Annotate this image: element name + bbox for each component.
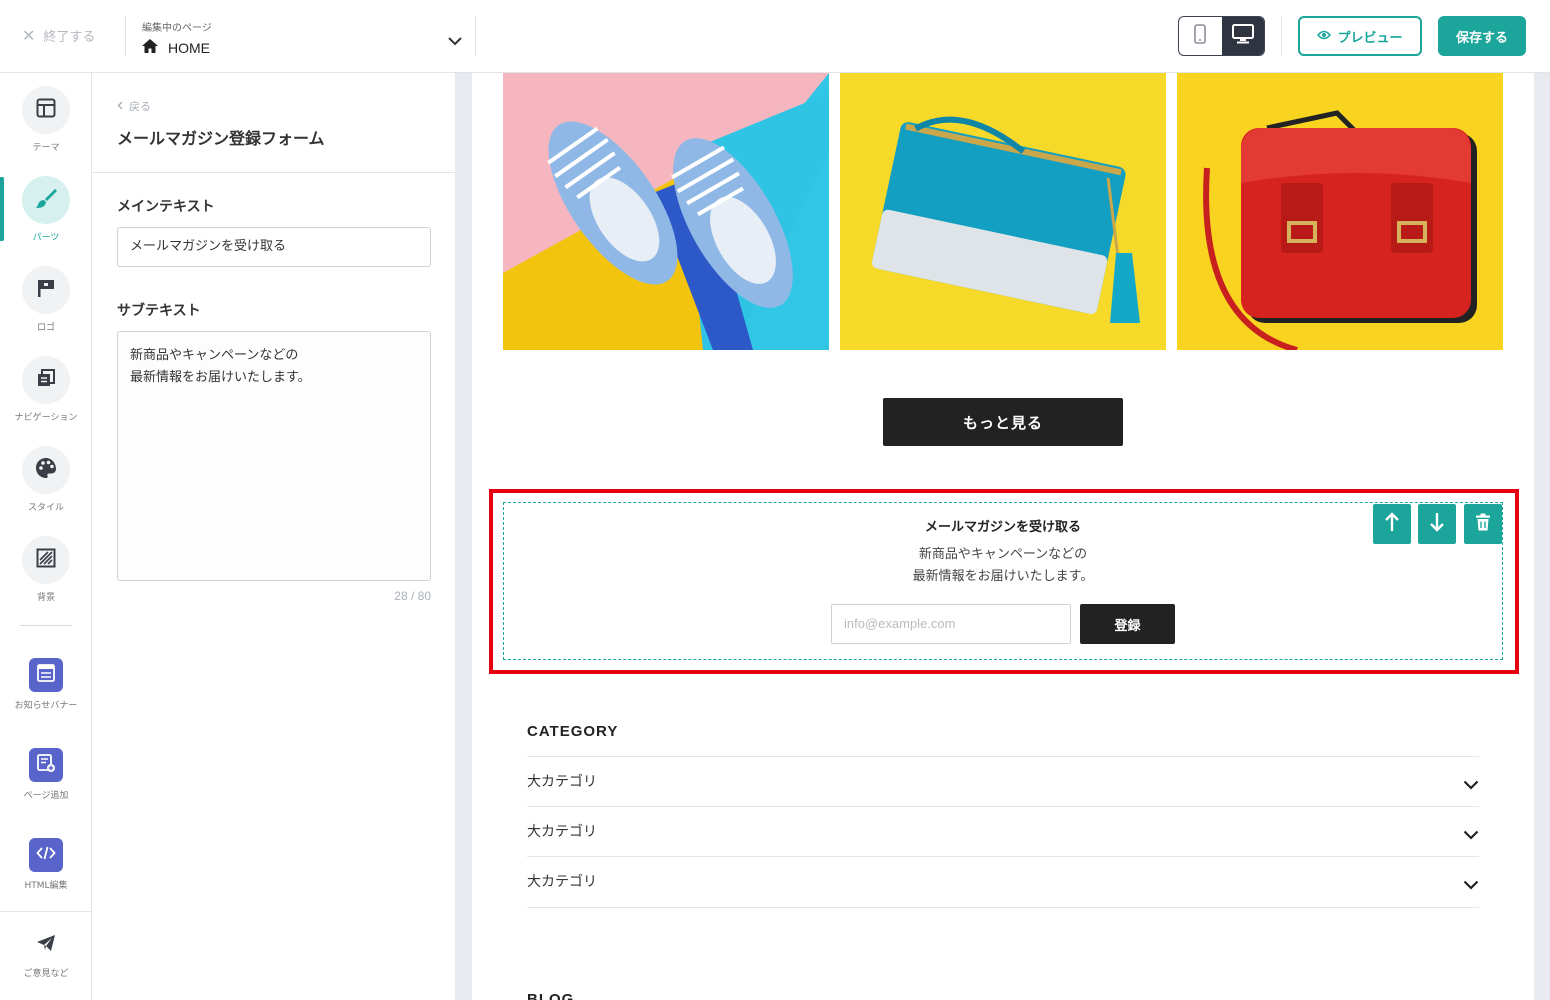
- rail-item-navigation[interactable]: ナビゲーション: [0, 356, 92, 423]
- category-row[interactable]: 大カテゴリ: [527, 806, 1479, 856]
- rail-item-label: 背景: [36, 593, 55, 603]
- blog-heading: BLOG: [527, 991, 575, 1000]
- rail-item-label: ロゴ: [36, 323, 55, 333]
- eye-icon: [1317, 29, 1332, 44]
- exit-button[interactable]: ✕ 終了する: [22, 26, 95, 45]
- rail-item-logo[interactable]: ロゴ: [0, 266, 92, 333]
- close-icon: ✕: [22, 25, 36, 45]
- category-label: 大カテゴリ: [527, 874, 597, 890]
- preview-label: プレビュー: [1337, 30, 1403, 46]
- newsletter-subtitle: 新商品やキャンペーンなどの 最新情報をお届けいたします。: [912, 547, 1094, 584]
- rail-item-style[interactable]: スタイル: [0, 446, 92, 513]
- send-icon: [36, 934, 56, 954]
- code-icon: [36, 845, 56, 865]
- top-bar: ✕ 終了する 編集中のページ HOME プレビュー 保存する: [0, 0, 1550, 73]
- rail-item-label: スタイル: [27, 503, 64, 513]
- monitor-icon: [1231, 24, 1254, 48]
- rail-item-background[interactable]: 背景: [0, 536, 92, 603]
- divider: [527, 907, 1479, 908]
- category-label: 大カテゴリ: [527, 774, 597, 790]
- main-text-input[interactable]: メールマガジンを受け取る: [117, 227, 431, 267]
- rail-footer: ご意見など: [0, 911, 92, 1000]
- rail-item-label: ご意見など: [23, 969, 69, 979]
- newsletter-submit-button[interactable]: 登録: [1080, 604, 1175, 644]
- rail-item-notice-banner[interactable]: お知らせバナー: [0, 658, 92, 711]
- trash-icon: [1475, 513, 1491, 535]
- divider: [125, 16, 126, 56]
- rail-item-label: テーマ: [32, 143, 60, 153]
- rail-separator: [20, 625, 72, 626]
- exit-label: 終了する: [43, 30, 96, 45]
- add-page-icon: [36, 753, 56, 777]
- sub-text-label: サブテキスト: [117, 303, 201, 319]
- mobile-view-button[interactable]: [1179, 17, 1222, 55]
- palette-icon: [35, 457, 57, 483]
- home-icon: [142, 38, 158, 57]
- layout-icon: [36, 98, 56, 122]
- settings-panel: 戻る メールマガジン登録フォーム メインテキスト メールマガジンを受け取る サブ…: [93, 73, 455, 1000]
- category-heading: CATEGORY: [527, 723, 619, 740]
- rail-item-html-edit[interactable]: HTML編集: [0, 838, 92, 891]
- product-image-satchel[interactable]: [1177, 73, 1503, 350]
- rail-item-feedback[interactable]: ご意見など: [0, 934, 92, 979]
- category-row[interactable]: 大カテゴリ: [527, 856, 1479, 906]
- icon-rail: テーマ パーツ ロゴ ナビゲーション スタイル 背景 お知らせバナー ページ追加…: [0, 73, 92, 1000]
- move-up-button[interactable]: [1373, 504, 1411, 544]
- main-text-label: メインテキスト: [117, 199, 215, 215]
- save-button[interactable]: 保存する: [1438, 16, 1526, 56]
- move-down-button[interactable]: [1418, 504, 1456, 544]
- sub-text-textarea[interactable]: 新商品やキャンペーンなどの 最新情報をお届けいたします。: [117, 331, 431, 581]
- rail-item-label: パーツ: [32, 233, 60, 243]
- product-image-sneakers[interactable]: [503, 73, 829, 350]
- navigation-icon: [36, 368, 56, 392]
- desktop-view-button[interactable]: [1221, 17, 1264, 55]
- rail-item-label: ナビゲーション: [14, 413, 78, 423]
- flag-icon: [36, 278, 56, 302]
- rail-item-theme[interactable]: テーマ: [0, 86, 92, 153]
- divider: [1281, 16, 1282, 56]
- product-image-clutch[interactable]: [840, 73, 1166, 350]
- page-name: HOME: [168, 39, 210, 56]
- rail-item-label: HTML編集: [24, 881, 68, 891]
- divider: [475, 16, 476, 56]
- newsletter-email-input[interactable]: info@example.com: [831, 604, 1071, 644]
- panel-title: メールマガジン登録フォーム: [117, 129, 325, 148]
- more-button[interactable]: もっと見る: [883, 398, 1123, 446]
- preview-button[interactable]: プレビュー: [1298, 16, 1422, 56]
- chevron-down-icon: [448, 31, 462, 50]
- chevron-down-icon: [1463, 825, 1479, 844]
- category-label: 大カテゴリ: [527, 824, 597, 840]
- rail-item-add-page[interactable]: ページ追加: [0, 748, 92, 801]
- page-preview: もっと見る メールマガジンを受け取る 新商品やキャンペーンなどの 最新情報をお届…: [472, 73, 1534, 1000]
- rail-item-parts[interactable]: パーツ: [0, 176, 92, 243]
- brush-icon: [35, 187, 57, 213]
- char-count: 28 / 80: [394, 589, 431, 603]
- panel-header: 戻る メールマガジン登録フォーム: [93, 73, 455, 173]
- back-link[interactable]: 戻る: [117, 98, 431, 114]
- rail-item-label: お知らせバナー: [14, 701, 78, 711]
- device-toggle: [1178, 16, 1265, 56]
- background-icon: [36, 548, 56, 572]
- page-caption: 編集中のページ: [142, 23, 212, 34]
- back-label: 戻る: [129, 100, 151, 113]
- rail-item-label: ページ追加: [23, 791, 69, 801]
- delete-button[interactable]: [1464, 504, 1502, 544]
- chevron-down-icon: [1463, 775, 1479, 794]
- chevron-down-icon: [1463, 875, 1479, 894]
- banner-icon: [36, 663, 56, 687]
- arrow-up-icon: [1384, 512, 1400, 536]
- page-selector[interactable]: 編集中のページ HOME: [142, 19, 462, 57]
- phone-icon: [1194, 24, 1207, 48]
- category-row[interactable]: 大カテゴリ: [527, 756, 1479, 806]
- chevron-left-icon: [117, 100, 123, 113]
- arrow-down-icon: [1429, 512, 1445, 536]
- newsletter-title: メールマガジンを受け取る: [924, 520, 1081, 535]
